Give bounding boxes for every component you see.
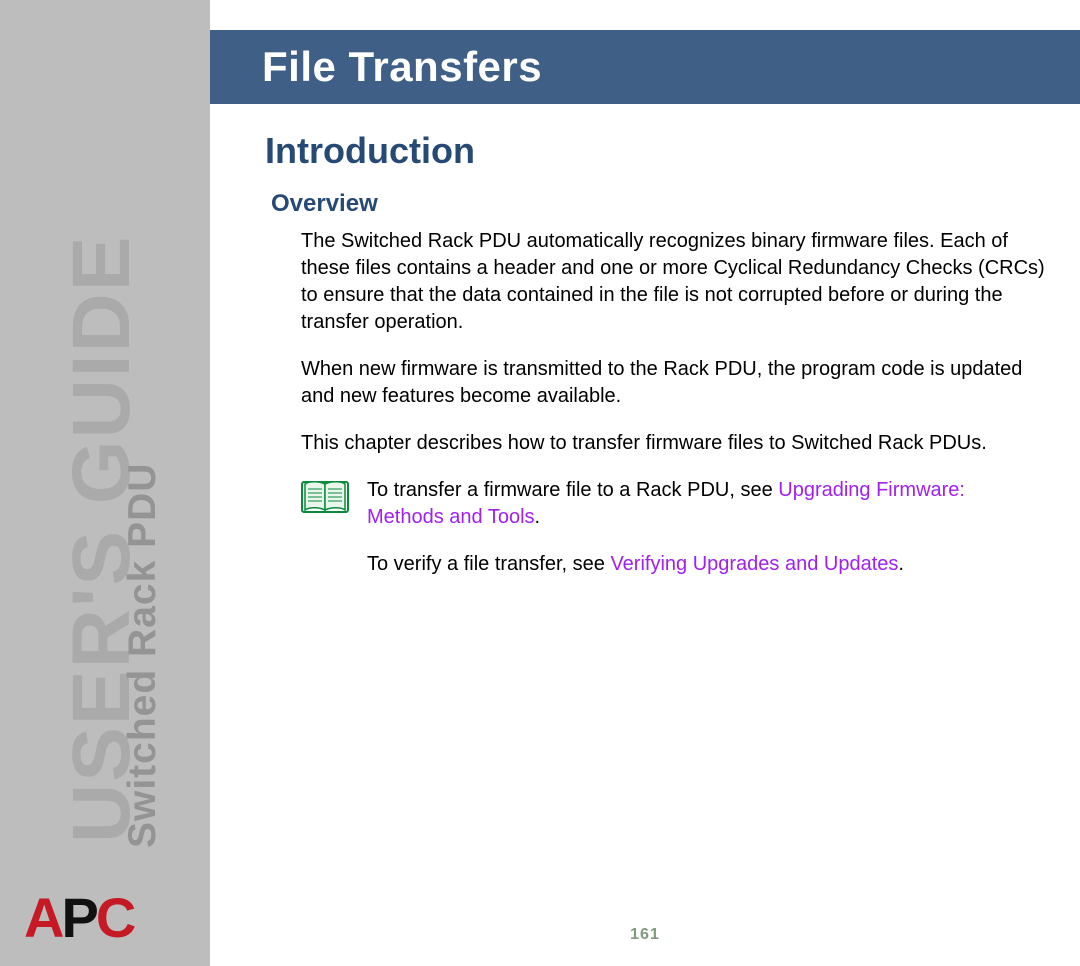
sidebar: USER'S GUIDE Switched Rack PDU APC (0, 0, 210, 966)
note2-text-pre: To verify a file transfer, see (367, 553, 610, 575)
book-icon (301, 477, 349, 520)
link-verifying-upgrades[interactable]: Verifying Upgrades and Updates (610, 553, 898, 575)
note-paragraph-2: To verify a file transfer, see Verifying… (367, 551, 1045, 578)
chapter-title: File Transfers (262, 43, 542, 91)
apc-logo: APC (24, 890, 174, 946)
main-content: Introduction Overview The Switched Rack … (265, 130, 1045, 598)
page-number: 161 (210, 926, 1080, 944)
logo-letter-a: A (24, 890, 61, 946)
paragraph-3: This chapter describes how to transfer f… (301, 430, 1045, 457)
paragraph-1: The Switched Rack PDU automatically reco… (301, 228, 1045, 336)
note1-text-post: . (535, 506, 541, 528)
note-paragraph-1: To transfer a firmware file to a Rack PD… (367, 477, 1045, 531)
note1-text-pre: To transfer a firmware file to a Rack PD… (367, 479, 778, 501)
logo-letter-p: P (61, 890, 95, 946)
chapter-header: File Transfers (210, 30, 1080, 104)
sidebar-vertical-labels: USER'S GUIDE Switched Rack PDU (0, 236, 210, 896)
note-block: To transfer a firmware file to a Rack PD… (301, 477, 1045, 598)
guide-label: USER'S GUIDE (55, 203, 149, 843)
note2-text-post: . (898, 553, 904, 575)
subsection-title: Overview (271, 190, 1045, 218)
logo-letter-c: C (96, 890, 133, 946)
paragraph-2: When new firmware is transmitted to the … (301, 356, 1045, 410)
section-title: Introduction (265, 130, 1045, 172)
note-body: To transfer a firmware file to a Rack PD… (367, 477, 1045, 598)
guide-subtitle: Switched Rack PDU (121, 418, 165, 848)
